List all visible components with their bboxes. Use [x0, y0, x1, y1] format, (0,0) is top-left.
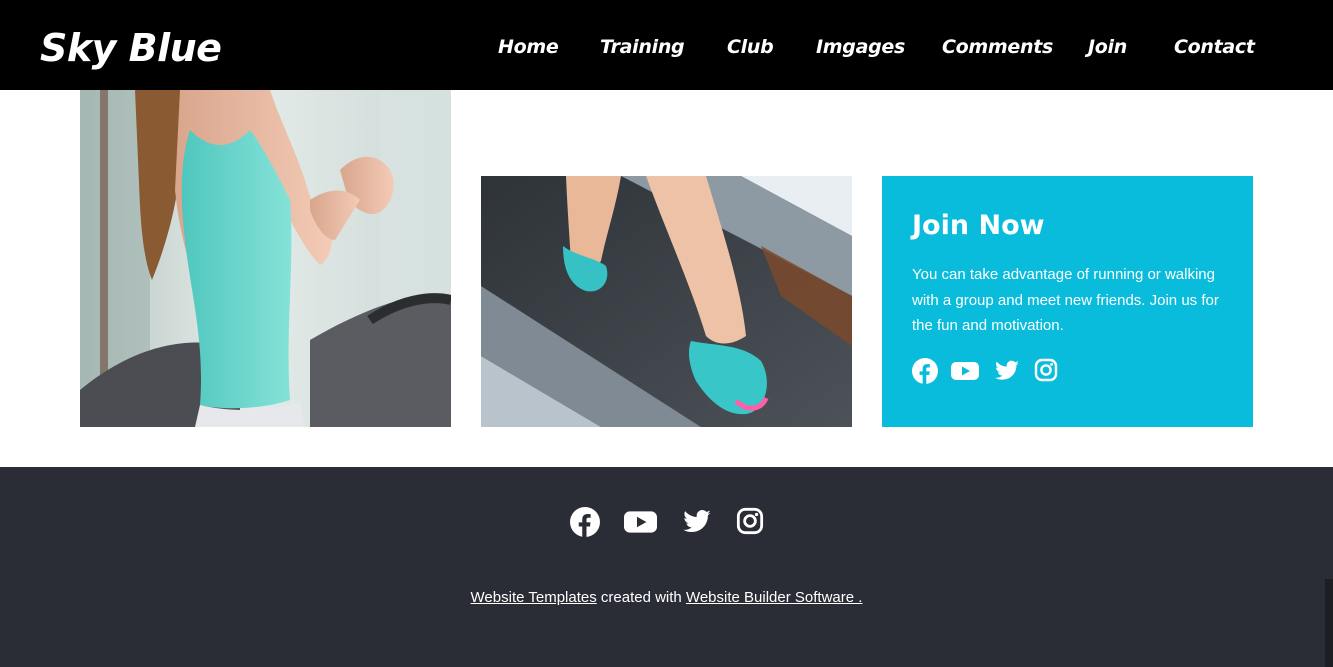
join-description: You can take advantage of running or wal…	[912, 266, 1219, 334]
woman-running-photo	[80, 90, 451, 427]
website-builder-link[interactable]: Website Builder Software .	[686, 589, 862, 606]
nav-club[interactable]: Club	[727, 33, 774, 61]
page-scrollbar[interactable]	[1325, 579, 1333, 667]
facebook-icon[interactable]	[570, 507, 600, 542]
instagram-icon[interactable]	[1034, 358, 1058, 387]
site-logo[interactable]: Sky Blue	[40, 24, 222, 72]
nav-join[interactable]: Join	[1088, 33, 1127, 61]
facebook-icon[interactable]	[912, 358, 938, 389]
credit-connector-text: created with	[596, 589, 686, 606]
join-card: Join Now You can take advantage of runni…	[882, 176, 1253, 427]
nav-comments[interactable]: Comments	[942, 33, 1053, 61]
site-header: Sky Blue Home Training Club Imgages Comm…	[0, 0, 1333, 90]
treadmill-feet-photo	[481, 176, 852, 427]
site-footer: Website Templates created with Website B…	[0, 467, 1333, 667]
footer-credit: Website Templates created with Website B…	[0, 588, 1333, 608]
twitter-icon[interactable]	[682, 507, 712, 542]
nav-images[interactable]: Imgages	[816, 33, 905, 61]
twitter-icon[interactable]	[994, 358, 1020, 389]
join-title: Join Now	[912, 210, 1045, 241]
website-templates-link[interactable]: Website Templates	[471, 589, 597, 606]
youtube-icon[interactable]	[951, 358, 979, 389]
youtube-icon[interactable]	[624, 507, 657, 542]
nav-contact[interactable]: Contact	[1174, 33, 1255, 61]
instagram-icon[interactable]	[736, 507, 764, 540]
nav-training[interactable]: Training	[600, 33, 685, 61]
nav-home[interactable]: Home	[498, 33, 559, 61]
